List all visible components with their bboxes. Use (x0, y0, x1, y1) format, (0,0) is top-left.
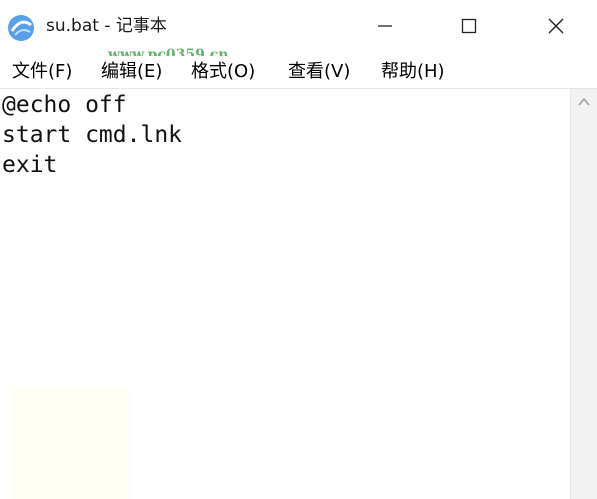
menu-bar: 文件(F) 编辑(E) 格式(O) 查看(V) 帮助(H) (0, 56, 597, 88)
text-editor[interactable]: @echo off start cmd.lnk exit (0, 89, 570, 499)
app-logo-icon (8, 15, 34, 41)
close-button[interactable] (529, 0, 583, 52)
scroll-up-arrow-icon[interactable] (577, 95, 591, 109)
notepad-window: su.bat - 记事本 www.pc0359.cn 文件(F) 编辑(E) 格… (0, 0, 597, 499)
close-icon (548, 18, 564, 34)
editor-line-2: start cmd.lnk (2, 122, 183, 148)
window-title: su.bat - 记事本 (46, 16, 167, 36)
editor-line-1: @echo off (2, 92, 127, 118)
maximize-icon (461, 18, 477, 34)
menu-file[interactable]: 文件(F) (12, 60, 72, 84)
minimize-icon (378, 25, 392, 27)
menu-edit[interactable]: 编辑(E) (101, 60, 162, 84)
minimize-button[interactable] (358, 0, 412, 52)
maximize-button[interactable] (442, 0, 496, 52)
title-bar[interactable]: su.bat - 记事本 www.pc0359.cn (0, 0, 597, 63)
vertical-scrollbar[interactable] (570, 89, 597, 499)
menu-view[interactable]: 查看(V) (288, 60, 350, 84)
background-patch (10, 387, 130, 499)
editor-line-3: exit (2, 152, 58, 178)
menu-format[interactable]: 格式(O) (191, 60, 255, 84)
menu-help[interactable]: 帮助(H) (381, 60, 445, 84)
